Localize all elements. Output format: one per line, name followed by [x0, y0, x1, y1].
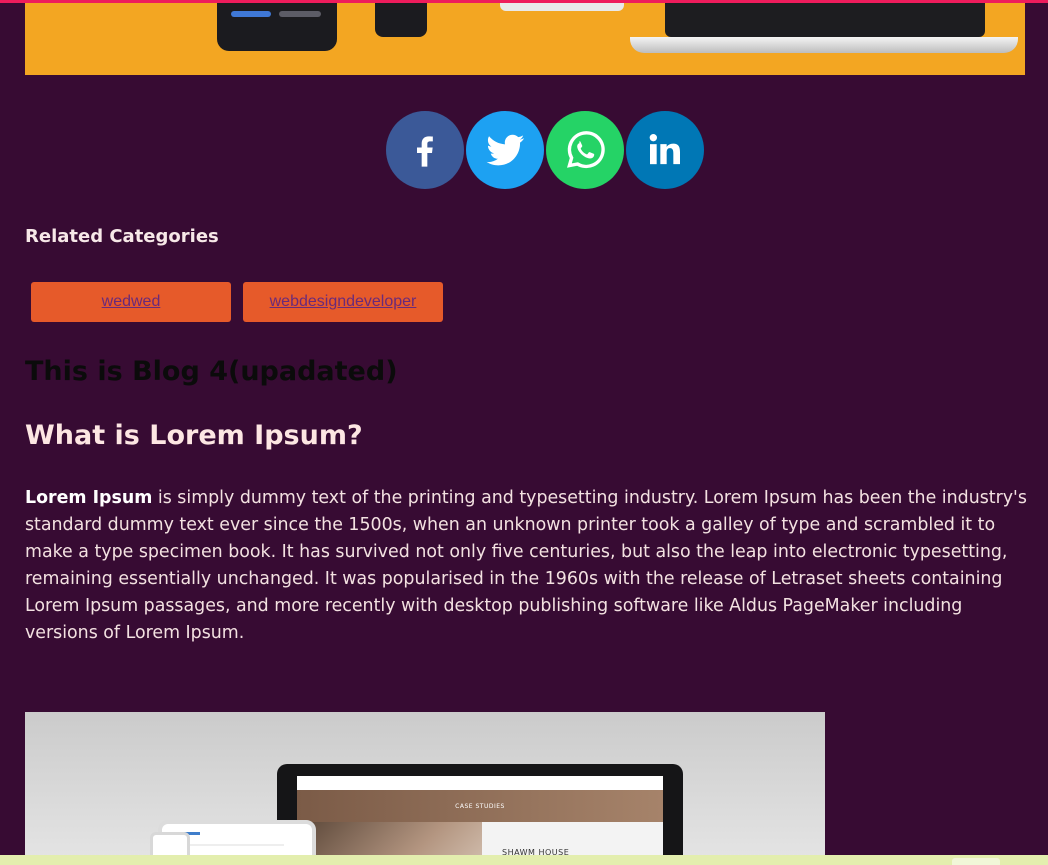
blog-paragraph: Lorem Ipsum is simply dummy text of the …	[25, 485, 1030, 647]
share-buttons	[386, 111, 704, 189]
bottom-bar-handle[interactable]	[952, 858, 1000, 865]
related-categories-heading: Related Categories	[25, 226, 219, 247]
bottom-bar	[0, 855, 1048, 865]
small-phone-mockup	[375, 3, 427, 37]
paragraph-bold-lead: Lorem Ipsum	[25, 488, 153, 508]
category-tag[interactable]: webdesigndeveloper	[243, 282, 443, 322]
facebook-icon	[417, 136, 433, 167]
paragraph-body: is simply dummy text of the printing and…	[25, 488, 1027, 643]
linkedin-share-button[interactable]	[626, 111, 704, 189]
facebook-share-button[interactable]	[386, 111, 464, 189]
category-tag-link[interactable]: webdesigndeveloper	[270, 293, 417, 311]
laptop-mockup	[665, 3, 985, 37]
screen-banner-text: CASE STUDIES	[455, 802, 505, 810]
category-tag-link[interactable]: wedwed	[102, 293, 161, 311]
monitor-mockup: CASE STUDIES SHAWM HOUSE	[277, 764, 683, 865]
category-tag[interactable]: wedwed	[31, 282, 231, 322]
blog-title: This is Blog 4(upadated)	[25, 356, 398, 387]
twitter-share-button[interactable]	[466, 111, 544, 189]
whatsapp-icon	[567, 131, 605, 169]
phone-mockup	[217, 3, 337, 51]
whatsapp-share-button[interactable]	[546, 111, 624, 189]
twitter-icon	[486, 134, 525, 166]
section-heading: What is Lorem Ipsum?	[25, 420, 363, 451]
hero-image	[25, 3, 1025, 75]
laptop-base	[630, 37, 1018, 53]
blog-content-image: CASE STUDIES SHAWM HOUSE	[25, 712, 825, 865]
linkedin-icon	[649, 134, 680, 165]
tablet-mockup	[500, 3, 624, 11]
monitor-screen: CASE STUDIES SHAWM HOUSE	[297, 776, 663, 865]
